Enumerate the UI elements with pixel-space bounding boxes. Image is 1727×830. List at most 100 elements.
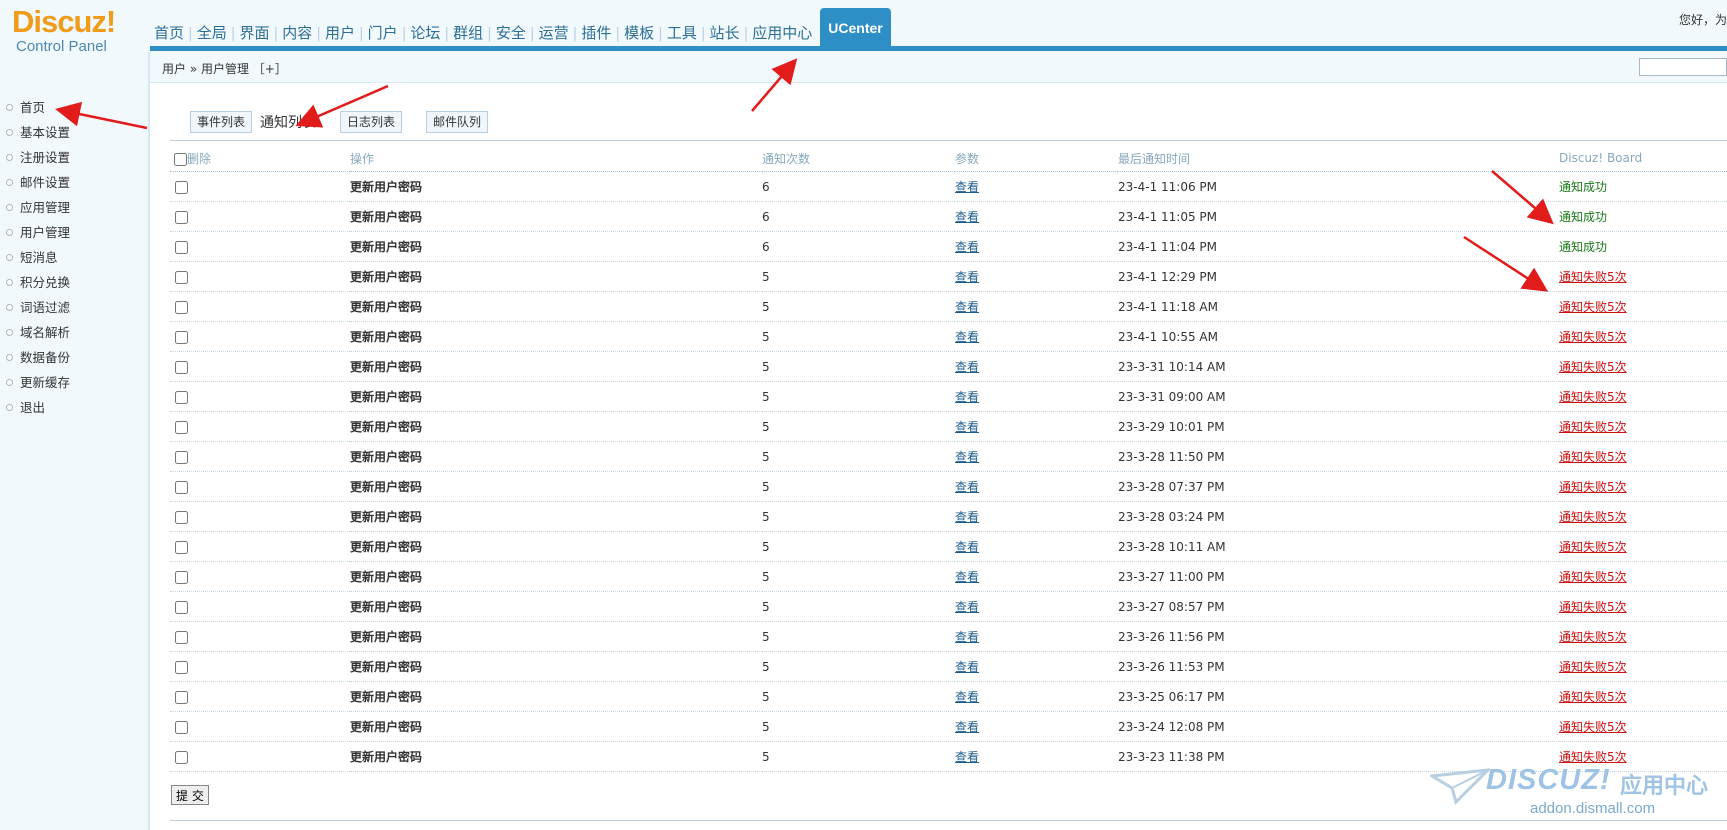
sidebar-item-1[interactable]: 基本设置 xyxy=(6,123,148,148)
view-link[interactable]: 查看 xyxy=(955,390,979,404)
row-operation: 更新用户密码 xyxy=(350,471,762,502)
row-checkbox[interactable] xyxy=(175,750,188,764)
sidebar-item-12[interactable]: 退出 xyxy=(6,398,148,423)
sidebar-item-10[interactable]: 数据备份 xyxy=(6,348,148,373)
nav-item-7[interactable]: 群组 xyxy=(449,24,487,48)
search-input[interactable] xyxy=(1639,58,1727,76)
row-checkbox[interactable] xyxy=(175,510,188,524)
view-link[interactable]: 查看 xyxy=(955,510,979,524)
row-last-time: 23-3-31 10:14 AM xyxy=(1118,351,1559,382)
row-checkbox[interactable] xyxy=(175,690,188,704)
row-checkbox[interactable] xyxy=(175,180,188,194)
sidebar-item-0[interactable]: 首页 xyxy=(6,98,148,123)
table-row: 更新用户密码 5 查看 23-4-1 10:55 AM 通知失败5次 xyxy=(170,321,1727,352)
row-count: 5 xyxy=(762,651,955,682)
nav-item-10[interactable]: 插件 xyxy=(577,24,615,48)
status-text[interactable]: 通知失败5次 xyxy=(1559,630,1627,644)
tab-mail-queue[interactable]: 邮件队列 xyxy=(426,111,489,133)
view-link[interactable]: 查看 xyxy=(955,660,979,674)
row-checkbox[interactable] xyxy=(175,630,188,644)
view-link[interactable]: 查看 xyxy=(955,630,979,644)
nav-item-8[interactable]: 安全 xyxy=(492,24,530,48)
nav-item-2[interactable]: 界面 xyxy=(235,24,273,48)
nav-item-4[interactable]: 用户 xyxy=(321,24,359,48)
nav-item-ucenter-active[interactable]: UCenter xyxy=(820,8,891,48)
row-checkbox[interactable] xyxy=(175,390,188,404)
status-text[interactable]: 通知失败5次 xyxy=(1559,450,1627,464)
submit-button[interactable]: 提 交 xyxy=(171,785,209,805)
breadcrumb[interactable]: 用户 » 用户管理 ［+］ xyxy=(162,60,287,77)
nav-item-0[interactable]: 首页 xyxy=(150,24,188,48)
nav-item-1[interactable]: 全局 xyxy=(193,24,231,48)
status-text[interactable]: 通知失败5次 xyxy=(1559,420,1627,434)
status-text[interactable]: 通知失败5次 xyxy=(1559,360,1627,374)
status-text[interactable]: 通知失败5次 xyxy=(1559,510,1627,524)
sidebar-item-9[interactable]: 域名解析 xyxy=(6,323,148,348)
row-checkbox[interactable] xyxy=(175,360,188,374)
row-checkbox[interactable] xyxy=(175,270,188,284)
row-checkbox[interactable] xyxy=(175,300,188,314)
nav-item-5[interactable]: 门户 xyxy=(364,24,402,48)
row-select-cell xyxy=(170,291,350,322)
view-link[interactable]: 查看 xyxy=(955,450,979,464)
tab-log-list[interactable]: 日志列表 xyxy=(340,111,403,133)
status-text[interactable]: 通知失败5次 xyxy=(1559,480,1627,494)
row-checkbox[interactable] xyxy=(175,570,188,584)
nav-item-9[interactable]: 运营 xyxy=(535,24,573,48)
view-link[interactable]: 查看 xyxy=(955,300,979,314)
nav-item-13[interactable]: 站长 xyxy=(706,24,744,48)
row-checkbox[interactable] xyxy=(175,330,188,344)
view-link[interactable]: 查看 xyxy=(955,480,979,494)
row-operation: 更新用户密码 xyxy=(350,621,762,652)
sidebar-item-8[interactable]: 词语过滤 xyxy=(6,298,148,323)
select-all-checkbox[interactable] xyxy=(174,152,187,166)
view-link[interactable]: 查看 xyxy=(955,750,979,764)
status-text[interactable]: 通知失败5次 xyxy=(1559,720,1627,734)
sidebar-item-6[interactable]: 短消息 xyxy=(6,248,148,273)
status-text[interactable]: 通知失败5次 xyxy=(1559,270,1627,284)
status-text[interactable]: 通知失败5次 xyxy=(1559,300,1627,314)
status-text[interactable]: 通知失败5次 xyxy=(1559,570,1627,584)
view-link[interactable]: 查看 xyxy=(955,540,979,554)
row-checkbox[interactable] xyxy=(175,540,188,554)
sidebar-item-4[interactable]: 应用管理 xyxy=(6,198,148,223)
view-link[interactable]: 查看 xyxy=(955,330,979,344)
sidebar-item-11[interactable]: 更新缓存 xyxy=(6,373,148,398)
status-text[interactable]: 通知失败5次 xyxy=(1559,690,1627,704)
view-link[interactable]: 查看 xyxy=(955,180,979,194)
view-link[interactable]: 查看 xyxy=(955,690,979,704)
view-link[interactable]: 查看 xyxy=(955,360,979,374)
status-text[interactable]: 通知失败5次 xyxy=(1559,390,1627,404)
row-checkbox[interactable] xyxy=(175,420,188,434)
sidebar-item-5[interactable]: 用户管理 xyxy=(6,223,148,248)
view-link[interactable]: 查看 xyxy=(955,240,979,254)
nav-item-11[interactable]: 模板 xyxy=(620,24,658,48)
sidebar-item-3[interactable]: 邮件设置 xyxy=(6,173,148,198)
row-checkbox[interactable] xyxy=(175,660,188,674)
row-checkbox[interactable] xyxy=(175,210,188,224)
row-checkbox[interactable] xyxy=(175,600,188,614)
status-text[interactable]: 通知失败5次 xyxy=(1559,330,1627,344)
status-text[interactable]: 通知失败5次 xyxy=(1559,540,1627,554)
sidebar-item-7[interactable]: 积分兑换 xyxy=(6,273,148,298)
row-checkbox[interactable] xyxy=(175,450,188,464)
status-text[interactable]: 通知失败5次 xyxy=(1559,660,1627,674)
row-select-cell xyxy=(170,351,350,382)
nav-item-12[interactable]: 工具 xyxy=(663,24,701,48)
row-checkbox[interactable] xyxy=(175,480,188,494)
row-checkbox[interactable] xyxy=(175,720,188,734)
nav-item-6[interactable]: 论坛 xyxy=(406,24,444,48)
view-link[interactable]: 查看 xyxy=(955,420,979,434)
tab-event-list[interactable]: 事件列表 xyxy=(190,111,253,133)
view-link[interactable]: 查看 xyxy=(955,600,979,614)
status-text[interactable]: 通知失败5次 xyxy=(1559,600,1627,614)
nav-item-14[interactable]: 应用中心 xyxy=(748,24,816,48)
view-link[interactable]: 查看 xyxy=(955,210,979,224)
row-last-time: 23-3-31 09:00 AM xyxy=(1118,381,1559,412)
nav-item-3[interactable]: 内容 xyxy=(278,24,316,48)
row-checkbox[interactable] xyxy=(175,240,188,254)
sidebar-item-2[interactable]: 注册设置 xyxy=(6,148,148,173)
view-link[interactable]: 查看 xyxy=(955,570,979,584)
view-link[interactable]: 查看 xyxy=(955,720,979,734)
view-link[interactable]: 查看 xyxy=(955,270,979,284)
